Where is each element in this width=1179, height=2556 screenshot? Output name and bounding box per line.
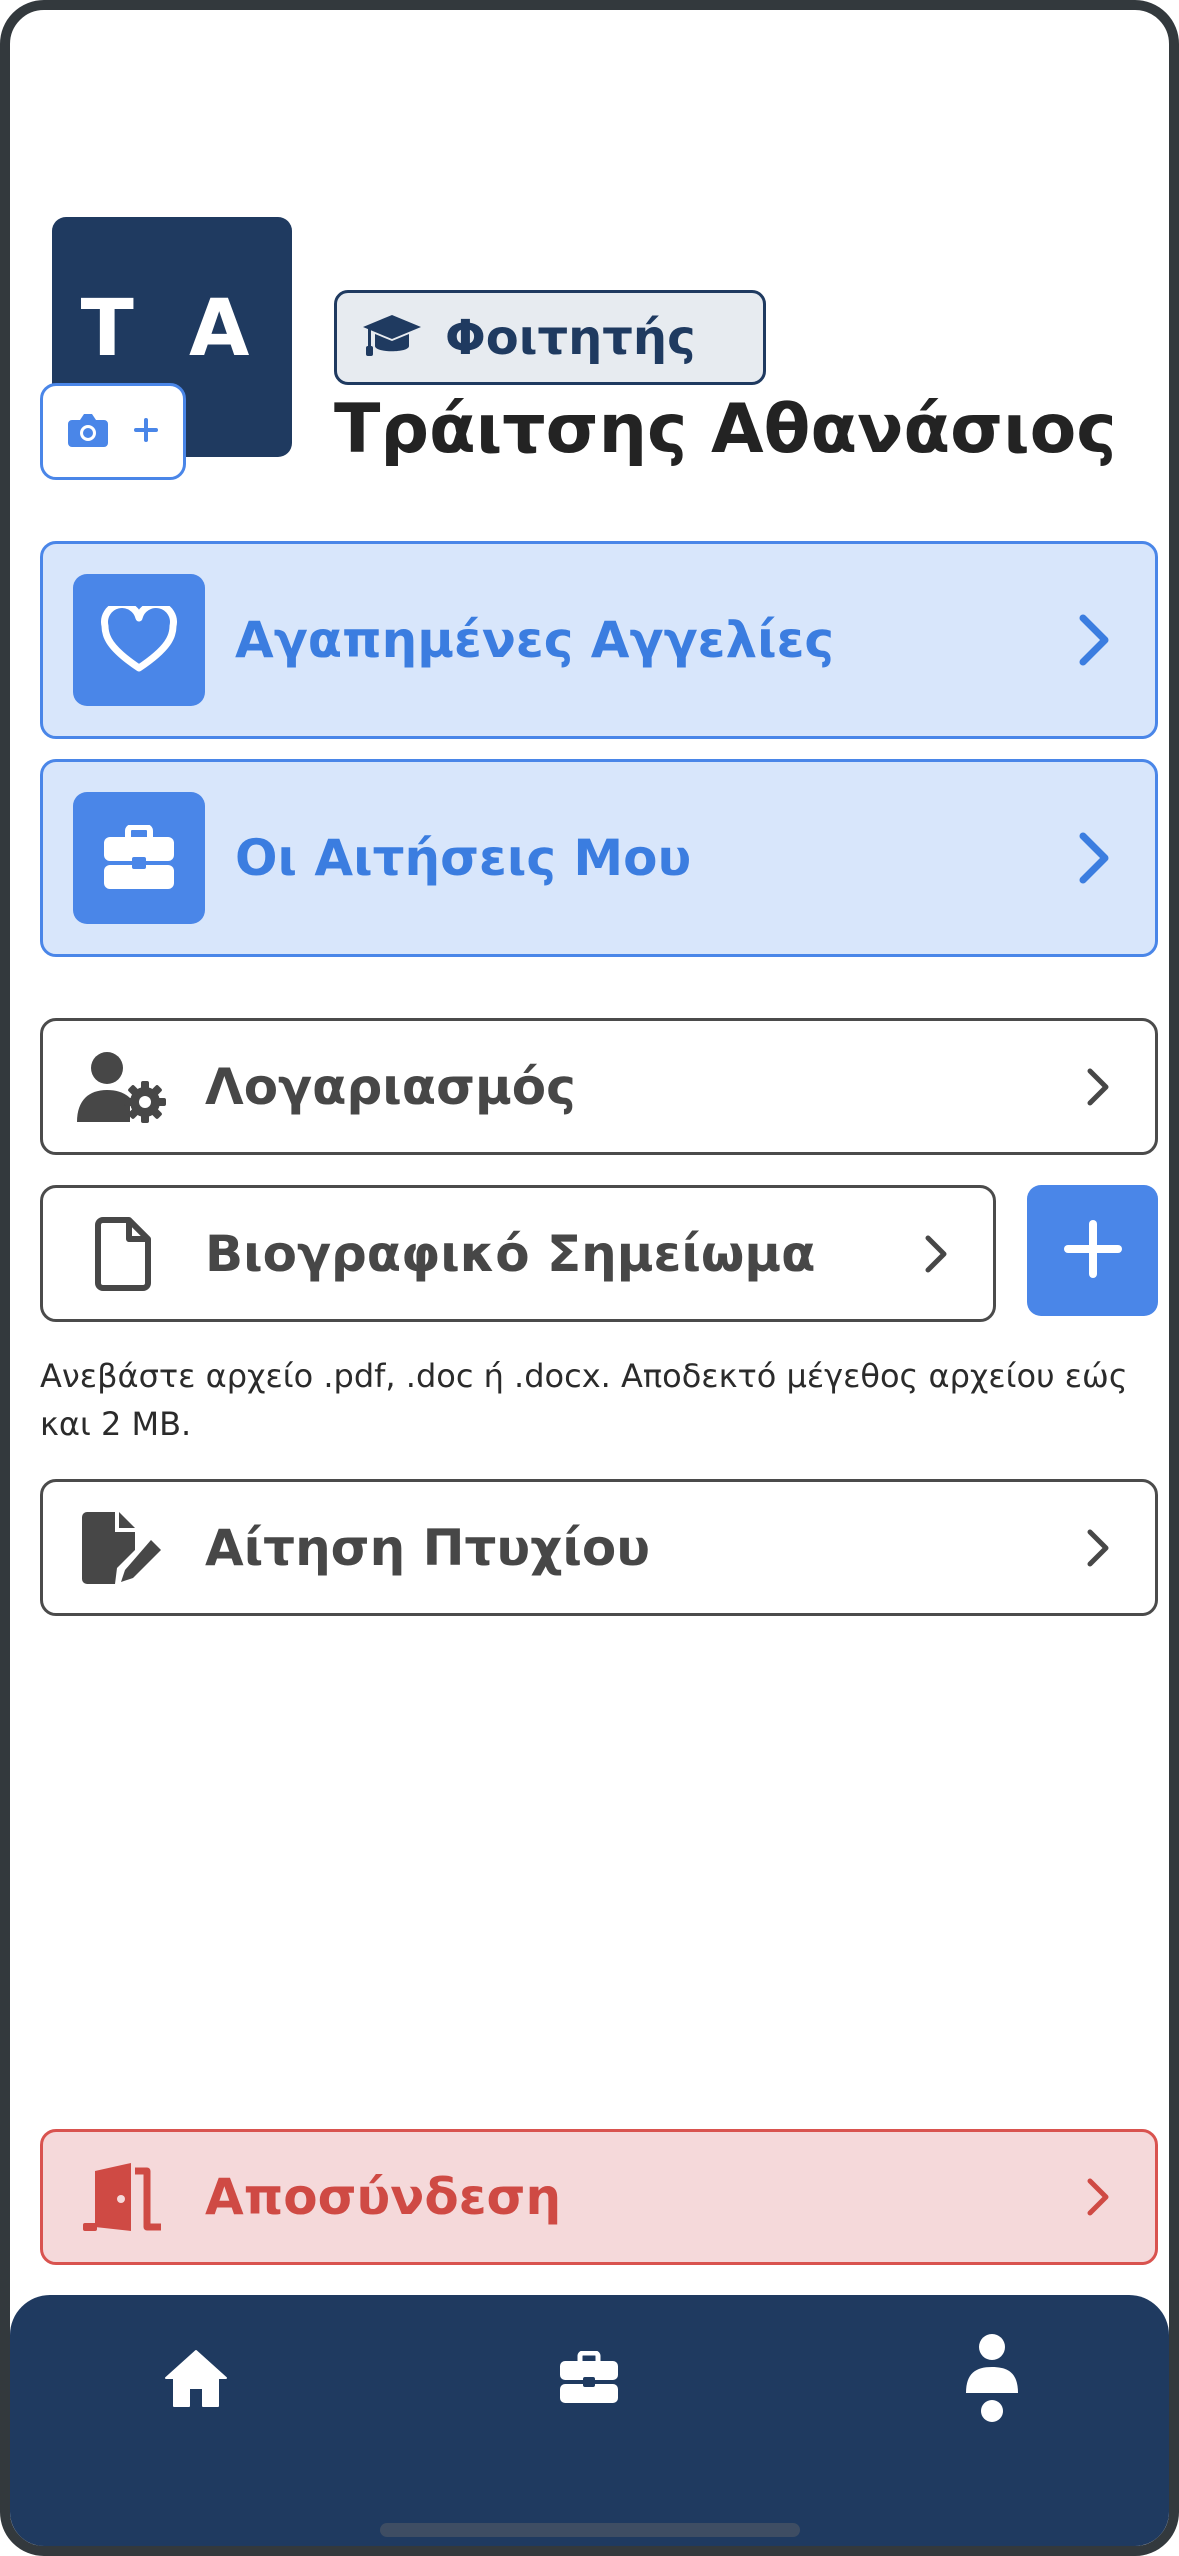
heart-icon xyxy=(73,574,205,706)
favorites-label: Αγαπημένες Αγγελίες xyxy=(235,611,835,669)
nav-profile[interactable] xyxy=(942,2333,1042,2427)
role-badge: Φοιτητής xyxy=(334,290,766,385)
logout-button[interactable]: Αποσύνδεση xyxy=(40,2129,1158,2265)
user-icon xyxy=(964,2333,1020,2427)
phone-screen: T A Φοιτητής Τράιτσης Αθανάσιος Αγαπημέν… xyxy=(0,0,1179,2556)
chevron-right-icon xyxy=(1085,1527,1111,1569)
chevron-right-icon xyxy=(1077,612,1111,668)
favorites-button[interactable]: Αγαπημένες Αγγελίες xyxy=(40,541,1158,739)
file-pen-icon xyxy=(73,1510,173,1586)
avatar-initials: T A xyxy=(80,284,264,374)
home-icon xyxy=(163,2348,229,2412)
briefcase-icon xyxy=(558,2350,620,2409)
graduation-cap-icon xyxy=(361,313,423,363)
home-indicator xyxy=(380,2523,800,2537)
nav-home[interactable] xyxy=(146,2335,246,2425)
account-label: Λογαριασμός xyxy=(205,1057,576,1116)
chevron-right-icon xyxy=(1085,2176,1111,2218)
chevron-right-icon xyxy=(1085,1066,1111,1108)
briefcase-icon xyxy=(73,792,205,924)
degree-application-label: Αίτηση Πτυχίου xyxy=(205,1518,650,1577)
logout-label: Αποσύνδεση xyxy=(205,2168,562,2226)
cv-button[interactable]: Βιογραφικό Σημείωμα xyxy=(40,1185,996,1322)
door-open-icon xyxy=(73,2161,173,2233)
camera-icon xyxy=(66,411,110,453)
role-label: Φοιτητής xyxy=(445,309,696,366)
file-icon xyxy=(73,1216,173,1291)
my-applications-label: Οι Αιτήσεις Μου xyxy=(235,829,692,887)
cv-label: Βιογραφικό Σημείωμα xyxy=(205,1224,816,1283)
cv-upload-note: Ανεβάστε αρχείο .pdf, .doc ή .docx. Αποδ… xyxy=(40,1357,1128,1443)
change-photo-button[interactable] xyxy=(40,383,186,480)
my-applications-button[interactable]: Οι Αιτήσεις Μου xyxy=(40,759,1158,957)
account-button[interactable]: Λογαριασμός xyxy=(40,1018,1158,1155)
user-name: Τράιτσης Αθανάσιος xyxy=(334,390,1117,469)
chevron-right-icon xyxy=(1077,830,1111,886)
user-gear-icon xyxy=(73,1050,173,1124)
chevron-right-icon xyxy=(923,1233,949,1275)
nav-jobs[interactable] xyxy=(539,2335,639,2425)
upload-cv-button[interactable] xyxy=(1027,1185,1158,1316)
plus-icon xyxy=(1062,1218,1124,1284)
degree-application-button[interactable]: Αίτηση Πτυχίου xyxy=(40,1479,1158,1616)
bottom-navigation xyxy=(10,2295,1169,2546)
plus-icon xyxy=(132,416,160,448)
